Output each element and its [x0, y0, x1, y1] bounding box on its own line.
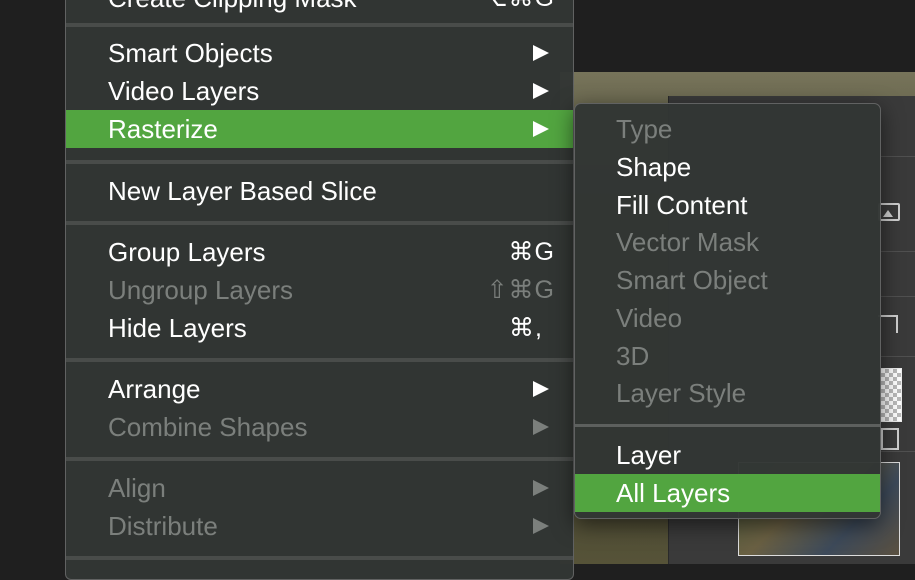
- submenu-item-layer[interactable]: Layer: [575, 436, 880, 474]
- submenu-item-type[interactable]: Type: [575, 110, 880, 148]
- menu-item-label: Combine Shapes: [108, 412, 308, 442]
- shortcut-label: ⌘,: [509, 314, 543, 342]
- menu-item-label: New Layer Based Slice: [108, 176, 377, 206]
- menu-item-label: Fill Content: [616, 190, 748, 220]
- submenu-arrow-icon: [533, 480, 549, 496]
- shortcut-label: ⌥⌘G: [479, 0, 555, 17]
- menu-item-rasterize[interactable]: Rasterize: [66, 110, 573, 148]
- menu-separator: [66, 160, 573, 164]
- submenu-arrow-icon: [533, 419, 549, 435]
- menu-item-smart-objects[interactable]: Smart Objects: [66, 34, 573, 72]
- rasterize-submenu: Type Shape Fill Content Vector Mask Smar…: [574, 103, 881, 519]
- menu-item-label: Video: [616, 303, 683, 333]
- menu-item-label: Vector Mask: [616, 227, 760, 257]
- menu-item-label: Group Layers: [108, 237, 266, 267]
- transparency-thumbnail[interactable]: [880, 368, 902, 422]
- menu-item-label: Hide Layers: [108, 313, 247, 343]
- menu-separator: [575, 424, 880, 427]
- submenu-arrow-icon: [533, 381, 549, 397]
- menu-item-label: Smart Object: [616, 265, 768, 295]
- submenu-item-shape[interactable]: Shape: [575, 148, 880, 186]
- menu-item-combine-shapes[interactable]: Combine Shapes: [66, 408, 573, 446]
- menu-item-label: Create Clipping Mask: [108, 0, 357, 13]
- submenu-item-smart-object[interactable]: Smart Object: [575, 261, 880, 299]
- menu-item-label: Distribute: [108, 511, 218, 541]
- menu-item-create-clipping-mask[interactable]: Create Clipping Mask ⌥⌘G: [66, 0, 573, 17]
- menu-separator: [66, 457, 573, 461]
- menu-item-label: Ungroup Layers: [108, 275, 293, 305]
- crop-corner-icon[interactable]: [878, 315, 898, 333]
- submenu-item-fill-content[interactable]: Fill Content: [575, 186, 880, 224]
- submenu-arrow-icon: [533, 121, 549, 137]
- layer-menu: Create Clipping Mask ⌥⌘G Smart Objects V…: [65, 0, 574, 580]
- menu-item-align[interactable]: Align: [66, 469, 573, 507]
- submenu-item-layer-style[interactable]: Layer Style: [575, 374, 880, 412]
- menu-item-video-layers[interactable]: Video Layers: [66, 72, 573, 110]
- menu-separator: [66, 23, 573, 27]
- menu-item-label: Align: [108, 473, 166, 503]
- shortcut-label: ⇧⌘G: [486, 276, 555, 304]
- submenu-item-3d[interactable]: 3D: [575, 337, 880, 375]
- menu-item-label: Smart Objects: [108, 38, 273, 68]
- submenu-item-video[interactable]: Video: [575, 299, 880, 337]
- menu-item-label: Rasterize: [108, 114, 218, 144]
- submenu-item-vector-mask[interactable]: Vector Mask: [575, 223, 880, 261]
- menu-item-new-layer-based-slice[interactable]: New Layer Based Slice: [66, 172, 573, 210]
- menu-item-label: Layer Style: [616, 378, 747, 408]
- menu-item-group-layers[interactable]: Group Layers ⌘G: [66, 233, 573, 271]
- menu-item-label: 3D: [616, 341, 650, 371]
- menu-separator: [66, 358, 573, 362]
- menu-item-label: Layer: [616, 440, 682, 470]
- image-icon[interactable]: [878, 203, 900, 221]
- submenu-arrow-icon: [533, 518, 549, 534]
- menu-item-label: Shape: [616, 152, 692, 182]
- menu-item-hide-layers[interactable]: Hide Layers ⌘,: [66, 309, 573, 347]
- menu-item-label: All Layers: [616, 478, 731, 508]
- menu-separator: [66, 221, 573, 225]
- artboard-icon[interactable]: [881, 428, 899, 450]
- menu-item-arrange[interactable]: Arrange: [66, 370, 573, 408]
- menu-item-label: Video Layers: [108, 76, 260, 106]
- menu-item-label: Type: [616, 114, 673, 144]
- menu-item-distribute[interactable]: Distribute: [66, 507, 573, 545]
- shortcut-label: ⌘G: [508, 238, 555, 266]
- submenu-item-all-layers[interactable]: All Layers: [575, 474, 880, 512]
- submenu-arrow-icon: [533, 83, 549, 99]
- menu-item-label: Arrange: [108, 374, 201, 404]
- submenu-arrow-icon: [533, 45, 549, 61]
- menu-item-ungroup-layers[interactable]: Ungroup Layers ⇧⌘G: [66, 271, 573, 309]
- menu-separator: [66, 556, 573, 560]
